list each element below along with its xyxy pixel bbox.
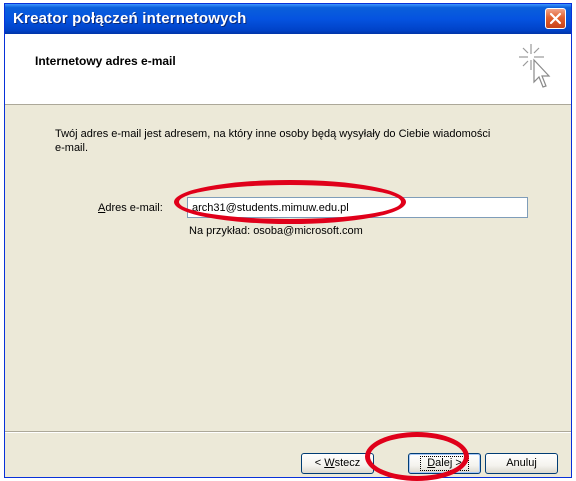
description-text: Twój adres e-mail jest adresem, na który… xyxy=(55,128,491,154)
example-hint: Na przykład: osoba@microsoft.com xyxy=(189,225,363,237)
email-label-text: dres e-mail: xyxy=(105,202,163,214)
back-prefix: < xyxy=(314,457,325,469)
wizard-header: Internetowy adres e-mail xyxy=(5,34,571,105)
wizard-window: Kreator połączeń internetowych Interneto… xyxy=(4,3,572,478)
wizard-sparkle-cursor-icon xyxy=(519,44,551,88)
next-accel: D xyxy=(427,457,436,469)
back-accel: W xyxy=(324,457,335,469)
close-icon xyxy=(549,12,562,25)
next-focus-rect: Dalej > xyxy=(420,456,469,471)
back-button[interactable]: < Wstecz xyxy=(301,453,374,474)
back-label: stecz xyxy=(334,457,361,469)
email-input[interactable] xyxy=(187,197,528,218)
email-label: Adres e-mail: xyxy=(98,202,163,214)
footer-divider xyxy=(5,431,571,433)
cancel-button[interactable]: Anuluj xyxy=(485,453,558,474)
window-title: Kreator połączeń internetowych xyxy=(13,10,247,27)
page-title: Internetowy adres e-mail xyxy=(35,54,176,68)
next-button[interactable]: Dalej > xyxy=(408,453,481,474)
next-label: alej > xyxy=(435,457,462,469)
close-button[interactable] xyxy=(545,8,566,29)
title-bar[interactable]: Kreator połączeń internetowych xyxy=(5,4,571,34)
